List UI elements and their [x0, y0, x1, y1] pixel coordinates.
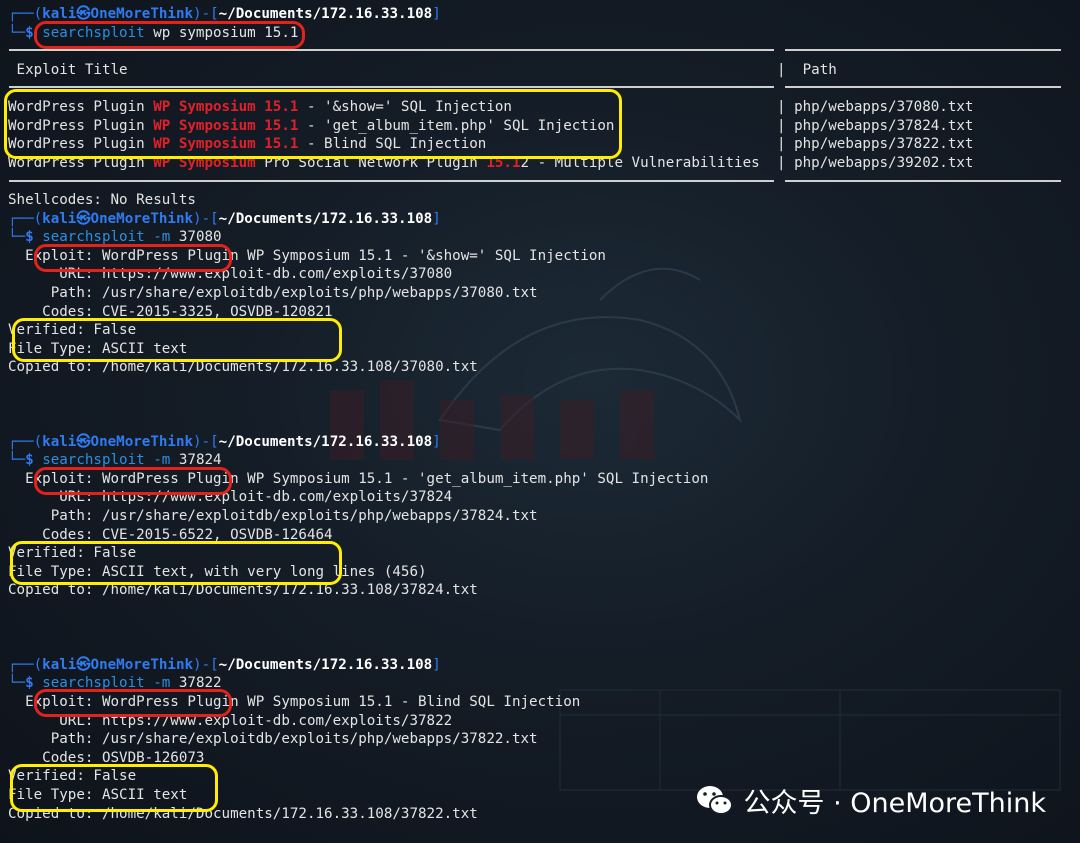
table-header: Exploit Title: [8, 61, 760, 80]
command-line[interactable]: └─$ searchsploit -m 37824: [8, 451, 760, 470]
result-row: WordPress Plugin WP Symposium 15.1 - 'ge…: [8, 117, 615, 134]
verified-line: Verified: False: [8, 322, 137, 339]
path-line: Path: /usr/share/exploitdb/exploits/php/…: [8, 508, 538, 525]
command-line[interactable]: └─$ searchsploit wp symposium 15.1: [8, 24, 760, 43]
path-line: Path: /usr/share/exploitdb/exploits/php/…: [8, 284, 538, 301]
result-path: | php/webapps/37822.txt: [777, 136, 974, 153]
prompt-line: ┌──(kali㉿OneMoreThink)-[~/Documents/172.…: [8, 6, 441, 22]
prompt-line: ┌──(kali㉿OneMoreThink)-[~/Documents/172.…: [8, 210, 441, 227]
watermark: 公众号 · OneMoreThink: [695, 781, 1046, 820]
filetype-line: File Type: ASCII text, with very long li…: [8, 563, 427, 580]
url-line: URL: https://www.exploit-db.com/exploits…: [8, 489, 453, 506]
exploit-line: Exploit: WordPress Plugin WP Symposium 1…: [8, 247, 606, 264]
prompt-line: ┌──(kali㉿OneMoreThink)-[~/Documents/172.…: [8, 433, 441, 450]
verified-line: Verified: False: [8, 768, 137, 785]
result-row: WordPress Plugin WP Symposium 15.1 - Bli…: [8, 136, 487, 153]
shellcodes-result: Shellcodes: No Results: [8, 191, 196, 208]
path-line: Path: /usr/share/exploitdb/exploits/php/…: [8, 731, 538, 748]
codes-line: Codes: CVE-2015-3325, OSVDB-120821: [8, 303, 333, 320]
copied-line: Copied to: /home/kali/Documents/172.16.3…: [8, 359, 478, 376]
prompt-line: ┌──(kali㉿OneMoreThink)-[~/Documents/172.…: [8, 656, 441, 673]
codes-line: Codes: OSVDB-126073: [8, 749, 205, 766]
verified-line: Verified: False: [8, 545, 137, 562]
command-line[interactable]: └─$ searchsploit -m 37080: [8, 228, 760, 247]
wechat-icon: [697, 785, 734, 815]
result-path: | php/webapps/37824.txt: [777, 117, 974, 134]
result-row: WordPress Plugin WP Symposium Pro Social…: [8, 154, 760, 171]
url-line: URL: https://www.exploit-db.com/exploits…: [8, 266, 453, 283]
header-exploit-title: Exploit Title: [16, 61, 128, 78]
table-top-rule-path: [785, 49, 1061, 51]
filetype-line: File Type: ASCII text: [8, 786, 188, 803]
command-line[interactable]: └─$ searchsploit -m 37822: [8, 674, 760, 693]
copied-line: Copied to: /home/kali/Documents/172.16.3…: [8, 805, 478, 822]
codes-line: Codes: CVE-2015-6522, OSVDB-126464: [8, 526, 333, 543]
result-path: | php/webapps/37080.txt: [777, 99, 974, 116]
result-row: WordPress Plugin WP Symposium 15.1 - '&s…: [8, 98, 512, 115]
result-path: | php/webapps/39202.txt: [777, 154, 974, 171]
table-path-column: | Path | php/webapps/37080.txt | php/web…: [777, 61, 973, 173]
copied-line: Copied to: /home/kali/Documents/172.16.3…: [8, 582, 478, 599]
url-line: URL: https://www.exploit-db.com/exploits…: [8, 712, 453, 729]
watermark-text: 公众号 · OneMoreThink: [743, 788, 1046, 819]
table-bottom-rule-path: [785, 180, 1061, 182]
filetype-line: File Type: ASCII text: [8, 340, 188, 357]
exploit-line: Exploit: WordPress Plugin WP Symposium 1…: [8, 470, 709, 487]
terminal-output: ┌──(kali㉿OneMoreThink)-[~/Documents/172.…: [8, 5, 760, 823]
exploit-line: Exploit: WordPress Plugin WP Symposium 1…: [8, 693, 581, 710]
header-path: | Path: [777, 62, 837, 78]
